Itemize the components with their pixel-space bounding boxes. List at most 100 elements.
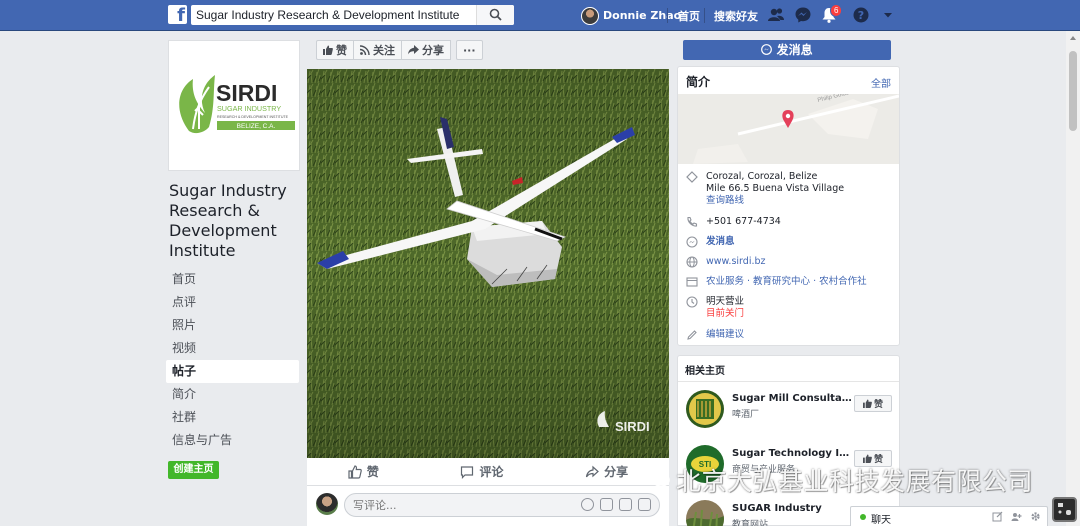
messenger-icon[interactable]: [794, 6, 812, 24]
location-map[interactable]: Philip Goldson: [678, 94, 899, 164]
more-options-button[interactable]: ···: [456, 40, 483, 60]
address-line-1: Corozal, Corozal, Belize: [706, 171, 818, 182]
online-status-dot: [860, 514, 866, 520]
post-like-label: 赞: [366, 465, 379, 479]
logo-location: BELIZE, C.A.: [237, 123, 276, 130]
user-name: Donnie Zhao: [603, 9, 682, 22]
drone-on-grass-photo: SIRDI: [307, 69, 669, 458]
account-menu-chevron-down-icon[interactable]: [879, 6, 897, 24]
post-share-label: 分享: [604, 465, 629, 479]
help-icon[interactable]: ?: [852, 6, 870, 24]
new-group-icon[interactable]: [1011, 511, 1022, 522]
related-page-like-label: 赞: [873, 400, 883, 410]
post-photo[interactable]: SIRDI: [307, 69, 669, 458]
home-link[interactable]: 首页: [678, 8, 700, 24]
page-scrollbar[interactable]: [1066, 31, 1080, 526]
svg-text:?: ?: [858, 9, 864, 22]
comment-composer: [315, 492, 661, 518]
related-page-name[interactable]: Sugar Technology Inte...: [732, 448, 852, 459]
related-page-category: 教育网站: [732, 520, 769, 526]
left-nav-item-reviews[interactable]: 点评: [166, 291, 299, 314]
sirdi-logo: SIRDI SUGAR INDUSTRY RESEARCH & DEVELOPM…: [179, 75, 295, 134]
related-pages-card: 相关主页 Sugar Mill Consultant 啤酒厂 赞 STI Sug…: [677, 355, 900, 526]
comment-bubble-icon: [461, 465, 474, 479]
website-link[interactable]: www.sirdi.bz: [706, 256, 766, 268]
send-message-link[interactable]: 发消息: [706, 236, 735, 248]
logo-subtitle-2: RESEARCH & DEVELOPMENT INSTITUTE: [217, 115, 289, 119]
follow-page-button[interactable]: 关注: [353, 40, 402, 60]
left-nav-item-home[interactable]: 首页: [166, 268, 299, 291]
post-card: SIRDI 赞 评论 分享: [307, 69, 669, 526]
company-watermark: 北京大弘基业科技发展有限公司: [676, 467, 1034, 496]
follow-page-label: 关注: [373, 44, 395, 57]
divider: [704, 8, 705, 23]
send-message-label: 发消息: [776, 43, 813, 57]
directions-link[interactable]: 查询路线: [706, 195, 844, 207]
divider: [678, 381, 899, 382]
related-page-item[interactable]: Sugar Mill Consultant 啤酒厂 赞: [686, 390, 896, 430]
chat-settings-gear-icon[interactable]: [1030, 511, 1041, 522]
page-title[interactable]: Sugar Industry Research & Development In…: [169, 181, 299, 261]
chat-label: 聊天: [871, 515, 891, 526]
left-nav-item-photos[interactable]: 照片: [166, 314, 299, 337]
search-button[interactable]: [476, 5, 514, 25]
like-page-button[interactable]: 赞: [316, 40, 354, 60]
map-graphic: Philip Goldson: [678, 94, 899, 164]
post-comment-button[interactable]: 评论: [460, 463, 503, 480]
share-page-label: 分享: [422, 44, 444, 57]
search-box: [191, 5, 514, 25]
hours-now-status: 目前关门: [706, 308, 745, 319]
scrollbar-thumb[interactable]: [1069, 51, 1077, 131]
left-nav-item-info-and-ads[interactable]: 信息与广告: [166, 429, 299, 452]
left-nav-item-community[interactable]: 社群: [166, 406, 299, 429]
messenger-outline-icon: [686, 236, 698, 248]
floating-widget-button[interactable]: [1052, 497, 1077, 522]
left-nav-item-about[interactable]: 简介: [166, 383, 299, 406]
create-page-button[interactable]: 创建主页: [168, 461, 219, 479]
friend-requests-icon[interactable]: [767, 6, 785, 24]
top-navigation-bar: f Donnie Zhao 首页 搜索好友 6 ?: [0, 0, 1080, 31]
comment-input[interactable]: [345, 494, 565, 516]
share-page-button[interactable]: 分享: [401, 40, 451, 60]
chat-bar[interactable]: 聊天: [850, 506, 1048, 526]
about-see-all-link[interactable]: 全部: [871, 75, 891, 90]
location-tag-icon: [686, 171, 698, 183]
related-page-like-button[interactable]: 赞: [854, 395, 892, 412]
thumbs-up-outline-icon: [348, 464, 362, 479]
emoji-icon[interactable]: [581, 498, 594, 511]
comment-input-wrapper: [344, 493, 660, 517]
new-message-icon[interactable]: [992, 511, 1003, 522]
facebook-logo-icon[interactable]: f: [168, 5, 187, 24]
page-action-bar: 赞 关注 分享 ···: [316, 40, 483, 60]
camera-icon[interactable]: [600, 498, 613, 511]
sticker-icon[interactable]: [638, 498, 651, 511]
find-friends-link[interactable]: 搜索好友: [714, 8, 758, 24]
pencil-icon: [687, 330, 697, 340]
divider: [667, 8, 668, 23]
rss-follow-icon: [360, 45, 370, 55]
post-like-button[interactable]: 赞: [348, 463, 379, 480]
page-profile-picture[interactable]: SIRDI SUGAR INDUSTRY RESEARCH & DEVELOPM…: [168, 40, 300, 171]
thumbs-up-icon: [862, 399, 872, 408]
post-action-row: 赞 评论 分享: [307, 458, 669, 486]
left-nav-item-posts[interactable]: 帖子: [166, 360, 299, 383]
post-share-button[interactable]: 分享: [585, 463, 628, 480]
phone-number[interactable]: +501 677-4734: [706, 216, 781, 228]
clock-icon: [686, 296, 698, 308]
avatar: [581, 6, 599, 25]
scroll-up-arrow-icon[interactable]: [1070, 36, 1076, 40]
related-page-name[interactable]: Sugar Mill Consultant: [732, 393, 852, 404]
avatar[interactable]: [316, 493, 338, 515]
left-nav-item-videos[interactable]: 视频: [166, 337, 299, 360]
related-page-name[interactable]: SUGAR Industry: [732, 503, 852, 514]
related-pages-heading: 相关主页: [685, 366, 725, 377]
category-folder-icon: [686, 277, 698, 287]
gif-icon[interactable]: [619, 498, 632, 511]
search-input[interactable]: [191, 5, 481, 25]
search-icon: [489, 8, 502, 21]
share-arrow-icon: [408, 45, 419, 55]
suggest-edit-link[interactable]: 编辑建议: [706, 329, 744, 341]
categories-links[interactable]: 农业服务 · 教育研究中心 · 农村合作社: [706, 276, 867, 288]
send-message-button[interactable]: 发消息: [683, 40, 891, 60]
hours-status: 明天营业: [706, 296, 745, 307]
